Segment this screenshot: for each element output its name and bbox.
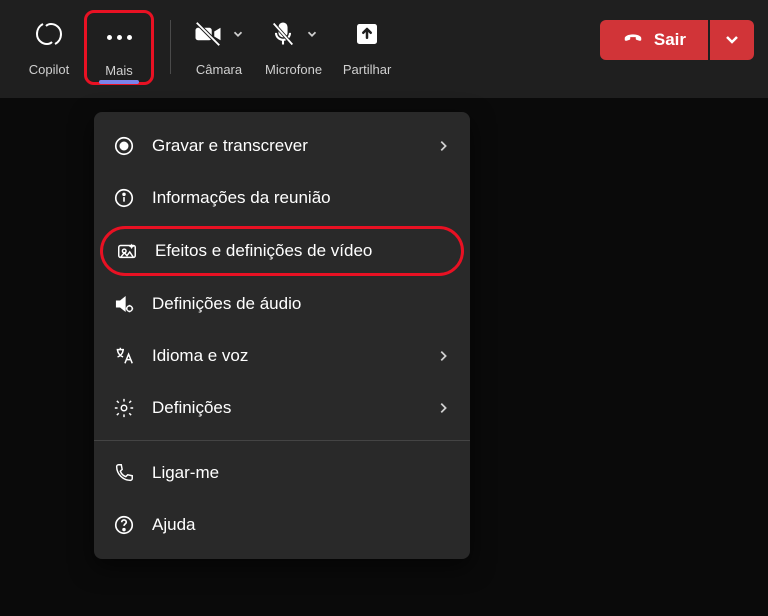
leave-dropdown-button[interactable] bbox=[710, 20, 754, 60]
meeting-toolbar: Copilot Mais Câmara bbox=[0, 0, 768, 98]
info-icon bbox=[112, 187, 136, 209]
menu-label: Ajuda bbox=[152, 515, 452, 535]
chevron-right-icon bbox=[436, 401, 452, 415]
microphone-label: Microfone bbox=[265, 62, 322, 77]
menu-item-video-effects[interactable]: Efeitos e definições de vídeo bbox=[100, 226, 464, 276]
language-icon bbox=[112, 345, 136, 367]
chevron-right-icon bbox=[436, 349, 452, 363]
share-label: Partilhar bbox=[343, 62, 391, 77]
copilot-label: Copilot bbox=[29, 62, 69, 77]
camera-off-icon bbox=[193, 19, 223, 54]
microphone-button[interactable]: Microfone bbox=[255, 10, 332, 81]
menu-label: Definições de áudio bbox=[152, 294, 452, 314]
help-icon bbox=[112, 514, 136, 536]
chevron-down-icon[interactable] bbox=[305, 27, 319, 46]
camera-label: Câmara bbox=[196, 62, 242, 77]
menu-label: Ligar-me bbox=[152, 463, 452, 483]
menu-item-help[interactable]: Ajuda bbox=[94, 499, 470, 551]
menu-separator bbox=[94, 440, 470, 441]
phone-icon bbox=[112, 462, 136, 484]
chevron-down-icon bbox=[724, 31, 740, 50]
record-icon bbox=[112, 135, 136, 157]
menu-label: Gravar e transcrever bbox=[152, 136, 420, 156]
gear-icon bbox=[112, 397, 136, 419]
speaker-settings-icon bbox=[112, 293, 136, 315]
hangup-icon bbox=[622, 27, 644, 54]
toolbar-separator bbox=[170, 20, 171, 74]
copilot-icon bbox=[33, 18, 65, 55]
menu-label: Efeitos e definições de vídeo bbox=[155, 241, 449, 261]
menu-item-call-me[interactable]: Ligar-me bbox=[94, 447, 470, 499]
more-dropdown-menu: Gravar e transcrever Informações da reun… bbox=[94, 112, 470, 559]
more-label: Mais bbox=[105, 63, 132, 78]
active-indicator bbox=[99, 80, 139, 84]
camera-button[interactable]: Câmara bbox=[183, 10, 255, 81]
chevron-down-icon[interactable] bbox=[231, 27, 245, 46]
menu-item-audio-settings[interactable]: Definições de áudio bbox=[94, 278, 470, 330]
leave-button-group: Sair bbox=[600, 20, 754, 60]
leave-label: Sair bbox=[654, 30, 686, 50]
menu-label: Idioma e voz bbox=[152, 346, 420, 366]
microphone-off-icon bbox=[269, 20, 297, 53]
menu-item-record[interactable]: Gravar e transcrever bbox=[94, 120, 470, 172]
copilot-button[interactable]: Copilot bbox=[14, 10, 84, 81]
chevron-right-icon bbox=[436, 139, 452, 153]
ellipsis-icon bbox=[107, 35, 132, 40]
leave-button[interactable]: Sair bbox=[600, 20, 708, 60]
video-effects-icon bbox=[115, 240, 139, 262]
menu-item-language[interactable]: Idioma e voz bbox=[94, 330, 470, 382]
menu-label: Informações da reunião bbox=[152, 188, 452, 208]
more-button[interactable]: Mais bbox=[84, 10, 154, 85]
menu-label: Definições bbox=[152, 398, 420, 418]
menu-item-meeting-info[interactable]: Informações da reunião bbox=[94, 172, 470, 224]
share-icon bbox=[352, 19, 382, 54]
menu-item-settings[interactable]: Definições bbox=[94, 382, 470, 434]
share-button[interactable]: Partilhar bbox=[332, 10, 402, 81]
